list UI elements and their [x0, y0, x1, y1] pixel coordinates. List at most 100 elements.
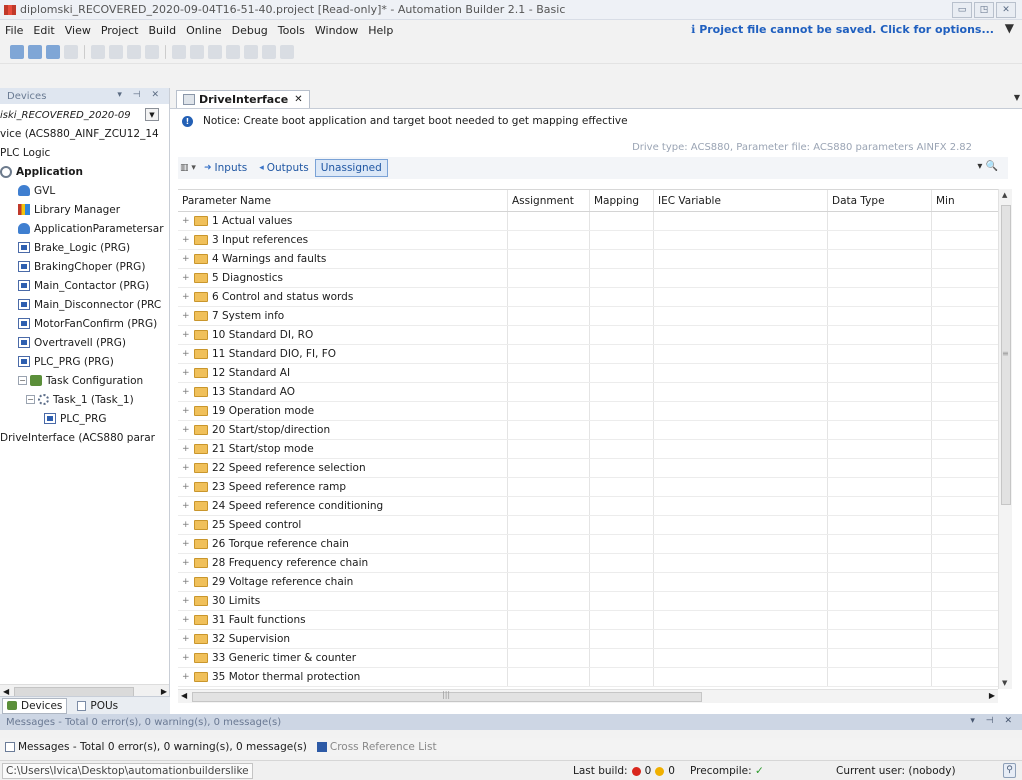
- tree-item[interactable]: Main_Disconnector (PRC: [0, 295, 169, 314]
- close-button[interactable]: ✕: [996, 2, 1016, 18]
- tree-item[interactable]: PLC Logic: [0, 143, 169, 162]
- table-row[interactable]: +11 Standard DIO, FI, FO: [178, 345, 998, 364]
- expand-icon[interactable]: +: [182, 672, 191, 682]
- print-icon[interactable]: [64, 44, 78, 59]
- expand-icon[interactable]: +: [182, 273, 191, 283]
- table-row[interactable]: +22 Speed reference selection: [178, 459, 998, 478]
- table-row[interactable]: +20 Start/stop/direction: [178, 421, 998, 440]
- expand-icon[interactable]: +: [182, 311, 191, 321]
- table-row[interactable]: +12 Standard AI: [178, 364, 998, 383]
- scrollbar-thumb[interactable]: [14, 686, 134, 697]
- expand-icon[interactable]: +: [182, 596, 191, 606]
- expand-icon[interactable]: +: [182, 634, 191, 644]
- chevron-down-icon[interactable]: ▼: [145, 108, 159, 121]
- menu-debug[interactable]: Debug: [227, 24, 273, 37]
- table-row[interactable]: +30 Limits: [178, 592, 998, 611]
- minimize-button[interactable]: ▭: [952, 2, 972, 18]
- stop-icon[interactable]: [262, 44, 276, 59]
- tree-item[interactable]: vice (ACS880_AINF_ZCU12_14: [0, 124, 169, 143]
- column-header-assignment[interactable]: Assignment: [508, 190, 590, 211]
- breakpoint-icon[interactable]: [280, 44, 294, 59]
- project-combo[interactable]: iski_RECOVERED_2020-09 ▼: [0, 106, 169, 124]
- tab-list-arrow-icon[interactable]: ▼: [1014, 93, 1020, 102]
- expand-icon[interactable]: +: [182, 520, 191, 530]
- expand-icon[interactable]: +: [182, 330, 191, 340]
- outputs-filter-button[interactable]: ◂ Outputs: [253, 159, 314, 177]
- maximize-button[interactable]: ◳: [974, 2, 994, 18]
- table-row[interactable]: +5 Diagnostics: [178, 269, 998, 288]
- login-icon[interactable]: [208, 44, 222, 59]
- expand-icon[interactable]: +: [182, 444, 191, 454]
- tree-item[interactable]: Main_Contactor (PRG): [0, 276, 169, 295]
- table-row[interactable]: +4 Warnings and faults: [178, 250, 998, 269]
- tree-item[interactable]: Application: [0, 162, 169, 181]
- expand-icon[interactable]: +: [182, 368, 191, 378]
- new-project-icon[interactable]: [10, 44, 24, 59]
- start-icon[interactable]: [244, 44, 258, 59]
- tree-item[interactable]: GVL: [0, 181, 169, 200]
- logout-icon[interactable]: [226, 44, 240, 59]
- scroll-right-icon[interactable]: ▶: [989, 691, 995, 700]
- expand-icon[interactable]: +: [182, 558, 191, 568]
- panel-pin-close-icons[interactable]: ▾ ⊣ ✕: [970, 716, 1016, 726]
- column-header-parameter-name[interactable]: Parameter Name: [178, 190, 508, 211]
- menu-help[interactable]: Help: [363, 24, 398, 37]
- expand-icon[interactable]: +: [182, 387, 191, 397]
- unassigned-filter-button[interactable]: Unassigned: [314, 159, 388, 177]
- expand-icon[interactable]: +: [182, 254, 191, 264]
- menu-file[interactable]: File: [0, 24, 28, 37]
- inputs-filter-button[interactable]: ➜ Inputs: [198, 159, 253, 177]
- menu-edit[interactable]: Edit: [28, 24, 59, 37]
- table-row[interactable]: +26 Torque reference chain: [178, 535, 998, 554]
- table-row[interactable]: +1 Actual values: [178, 212, 998, 231]
- expand-icon[interactable]: +: [182, 292, 191, 302]
- collapse-icon[interactable]: −: [18, 376, 27, 385]
- expand-icon[interactable]: +: [182, 653, 191, 663]
- tree-item[interactable]: DriveInterface (ACS880 parar: [0, 428, 169, 447]
- tree-item[interactable]: PLC_PRG: [0, 409, 169, 428]
- panel-pin-close-icons[interactable]: ▾ ⊣ ✕: [117, 90, 163, 100]
- tab-messages[interactable]: Messages - Total 0 error(s), 0 warning(s…: [2, 741, 310, 753]
- column-chooser-icon[interactable]: ▥ ▾: [178, 159, 198, 177]
- redo-icon[interactable]: [109, 44, 123, 59]
- expand-icon[interactable]: +: [182, 463, 191, 473]
- tree-item[interactable]: − Task Configuration: [0, 371, 169, 390]
- scroll-right-icon[interactable]: ▶: [161, 687, 167, 696]
- collapse-icon[interactable]: −: [26, 395, 35, 404]
- menu-tools[interactable]: Tools: [273, 24, 310, 37]
- table-row[interactable]: +23 Speed reference ramp: [178, 478, 998, 497]
- replace-icon[interactable]: [145, 44, 159, 59]
- project-save-warning-link[interactable]: ℹ Project file cannot be saved. Click fo…: [691, 23, 994, 36]
- column-header-min[interactable]: Min: [932, 190, 998, 211]
- tree-item[interactable]: ApplicationParametersar: [0, 219, 169, 238]
- undo-icon[interactable]: [91, 44, 105, 59]
- table-row[interactable]: +3 Input references: [178, 231, 998, 250]
- menu-online[interactable]: Online: [181, 24, 226, 37]
- tree-item[interactable]: PLC_PRG (PRG): [0, 352, 169, 371]
- table-row[interactable]: +6 Control and status words: [178, 288, 998, 307]
- expand-icon[interactable]: +: [182, 539, 191, 549]
- expand-icon[interactable]: +: [182, 482, 191, 492]
- build-icon[interactable]: [172, 44, 186, 59]
- menu-view[interactable]: View: [60, 24, 96, 37]
- vertical-scrollbar[interactable]: ▲ ≡ ▼: [998, 189, 1012, 689]
- expand-icon[interactable]: +: [182, 425, 191, 435]
- column-header-data-type[interactable]: Data Type: [828, 190, 932, 211]
- menu-project[interactable]: Project: [96, 24, 144, 37]
- scroll-left-icon[interactable]: ◀: [3, 687, 9, 696]
- table-row[interactable]: +32 Supervision: [178, 630, 998, 649]
- menu-window[interactable]: Window: [310, 24, 363, 37]
- table-row[interactable]: +19 Operation mode: [178, 402, 998, 421]
- save-icon[interactable]: [46, 44, 60, 59]
- table-row[interactable]: +29 Voltage reference chain: [178, 573, 998, 592]
- tree-item[interactable]: − Task_1 (Task_1): [0, 390, 169, 409]
- rebuild-icon[interactable]: [190, 44, 204, 59]
- column-header-mapping[interactable]: Mapping: [590, 190, 654, 211]
- table-row[interactable]: +28 Frequency reference chain: [178, 554, 998, 573]
- expand-icon[interactable]: +: [182, 615, 191, 625]
- table-row[interactable]: +35 Motor thermal protection: [178, 668, 998, 687]
- tree-item[interactable]: MotorFanConfirm (PRG): [0, 314, 169, 333]
- tree-item[interactable]: Library Manager: [0, 200, 169, 219]
- menu-build[interactable]: Build: [143, 24, 181, 37]
- table-row[interactable]: +25 Speed control: [178, 516, 998, 535]
